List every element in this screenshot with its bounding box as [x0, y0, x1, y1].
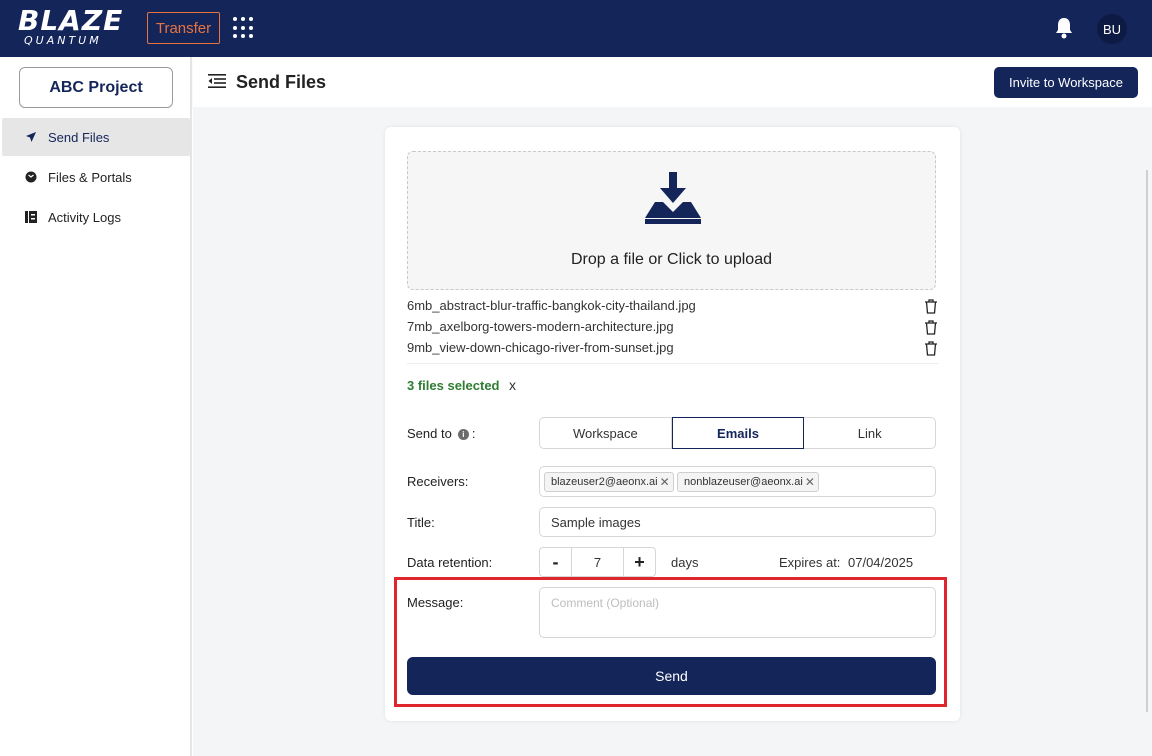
file-dropzone[interactable]: Drop a file or Click to upload — [407, 151, 936, 290]
page-title: Send Files — [236, 72, 327, 92]
clear-selection-button[interactable]: x — [509, 377, 516, 393]
user-avatar[interactable]: BU — [1097, 14, 1127, 44]
dropzone-text: Drop a file or Click to upload — [571, 251, 772, 268]
logs-icon — [24, 210, 38, 224]
file-name: 7mb_axelborg-towers-modern-architecture.… — [407, 319, 674, 334]
sidebar-item-label: Files & Portals — [48, 169, 132, 185]
title-input[interactable]: Sample images — [539, 507, 936, 537]
increment-button[interactable]: + — [624, 548, 655, 576]
bell-icon[interactable] — [1054, 17, 1074, 39]
file-name: 6mb_abstract-blur-traffic-bangkok-city-t… — [407, 298, 696, 313]
file-list-item: 9mb_view-down-chicago-river-from-sunset.… — [407, 340, 938, 360]
sidebar-item-send-files[interactable]: Send Files — [2, 118, 190, 156]
receiver-chip: nonblazeuser@aeonx.ai ✕ — [677, 472, 819, 492]
expires-date: 07/04/2025 — [848, 555, 914, 570]
expires-label: Expires at: — [779, 555, 841, 570]
retention-stepper: - 7 + — [539, 547, 656, 577]
files-selected-count: 3 files selected — [407, 378, 500, 393]
divider — [407, 363, 938, 364]
upload-download-icon — [645, 172, 701, 224]
send-icon — [24, 130, 38, 144]
menu-collapse-icon[interactable] — [208, 74, 226, 88]
receivers-input[interactable]: blazeuser2@aeonx.ai ✕ nonblazeuser@aeonx.… — [539, 466, 936, 497]
logo-line1: BLAZE — [18, 4, 124, 37]
sidebar-item-files-portals[interactable]: Files & Portals — [2, 158, 190, 196]
receiver-chip: blazeuser2@aeonx.ai ✕ — [544, 472, 674, 492]
portal-icon — [24, 170, 38, 184]
send-to-link-option[interactable]: Link — [804, 418, 935, 448]
title-value: Sample images — [551, 515, 641, 530]
file-list-item: 7mb_axelborg-towers-modern-architecture.… — [407, 319, 938, 339]
decrement-button[interactable]: - — [540, 548, 571, 576]
receiver-email: nonblazeuser@aeonx.ai — [684, 476, 803, 488]
sidebar-item-activity-logs[interactable]: Activity Logs — [2, 198, 190, 236]
send-to-label-text: Send to — [407, 426, 452, 441]
receiver-email: blazeuser2@aeonx.ai — [551, 476, 658, 488]
send-to-label: Send to i: — [407, 426, 475, 441]
file-name: 9mb_view-down-chicago-river-from-sunset.… — [407, 340, 674, 355]
page-header: Send Files Invite to Workspace — [193, 57, 1152, 107]
file-list-item: 6mb_abstract-blur-traffic-bangkok-city-t… — [407, 298, 938, 318]
data-retention-label: Data retention: — [407, 555, 493, 570]
transfer-button[interactable]: Transfer — [147, 12, 220, 44]
send-to-emails-option[interactable]: Emails — [671, 417, 805, 449]
message-textarea[interactable]: Comment (Optional) — [539, 587, 936, 638]
trash-icon[interactable] — [924, 341, 938, 356]
sidebar: ABC Project Send Files Files & Portals A… — [0, 57, 192, 756]
sidebar-item-label: Activity Logs — [48, 209, 121, 225]
send-to-colon: : — [471, 426, 476, 441]
send-to-toggle: Workspace Emails Link — [539, 417, 936, 449]
trash-icon[interactable] — [924, 320, 938, 335]
info-icon[interactable]: i — [457, 429, 469, 440]
remove-chip-icon[interactable]: ✕ — [805, 475, 815, 489]
title-label: Title: — [407, 515, 435, 530]
apps-grid-icon[interactable] — [233, 17, 255, 39]
send-button[interactable]: Send — [407, 657, 936, 695]
scrollbar[interactable] — [1146, 170, 1148, 712]
blaze-quantum-logo[interactable]: BLAZE QUANTUM — [18, 4, 124, 47]
project-selector-button[interactable]: ABC Project — [19, 67, 173, 108]
retention-unit: days — [671, 555, 699, 570]
sidebar-item-label: Send Files — [48, 129, 110, 145]
send-to-workspace-option[interactable]: Workspace — [540, 418, 672, 448]
trash-icon[interactable] — [924, 299, 938, 314]
message-label: Message: — [407, 595, 464, 610]
retention-value[interactable]: 7 — [571, 548, 624, 576]
receivers-label: Receivers: — [407, 474, 469, 489]
remove-chip-icon[interactable]: ✕ — [660, 475, 670, 489]
message-placeholder: Comment (Optional) — [551, 596, 660, 610]
send-files-card: Drop a file or Click to upload 6mb_abstr… — [385, 127, 960, 721]
invite-to-workspace-button[interactable]: Invite to Workspace — [994, 67, 1138, 98]
top-bar: BLAZE QUANTUM Transfer BU — [0, 0, 1152, 57]
